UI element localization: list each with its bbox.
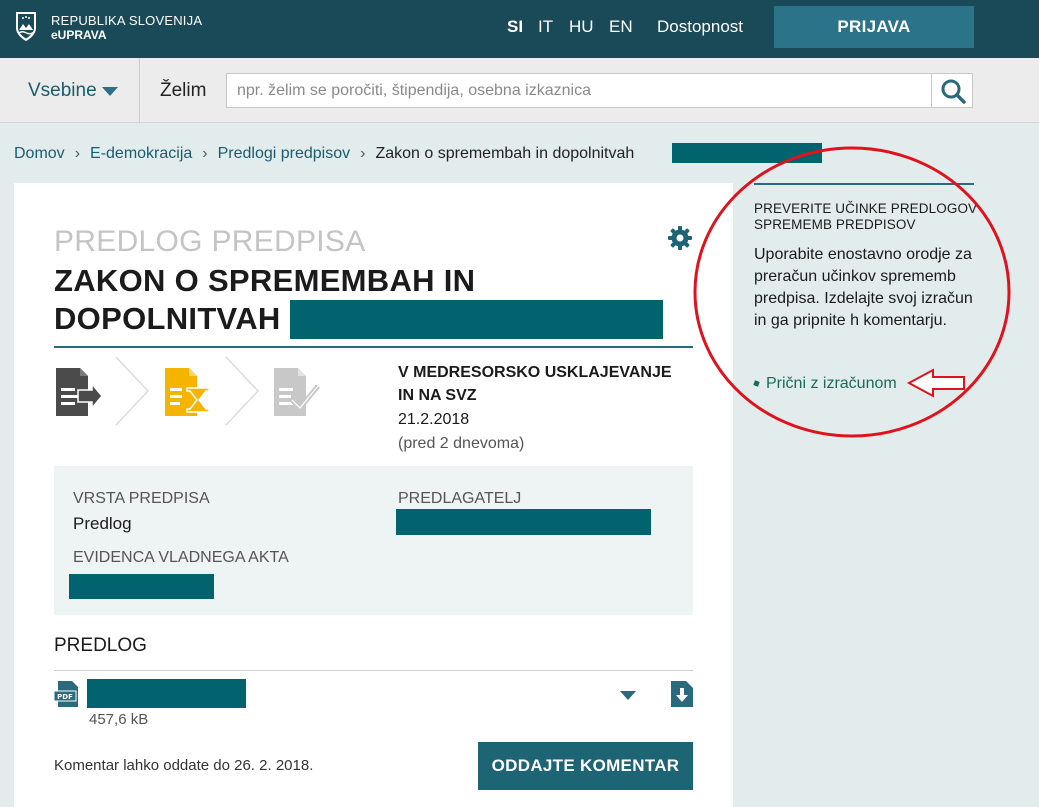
pdf-file-icon[interactable]: PDF xyxy=(54,680,80,708)
breadcrumb-proposals[interactable]: Predlogi predpisov xyxy=(218,145,351,162)
step-chevron xyxy=(115,356,150,426)
sidebar-title: PREVERITE UČINKE PREDLOGOV SPREMEMB PRED… xyxy=(754,201,978,232)
coat-of-arms-logo[interactable] xyxy=(14,11,38,42)
document-pending-icon xyxy=(165,368,210,416)
download-icon[interactable] xyxy=(670,680,694,708)
redacted-block xyxy=(290,300,663,339)
accessibility-link[interactable]: Dostopnost xyxy=(657,17,743,37)
language-si[interactable]: SI xyxy=(507,17,523,37)
divider xyxy=(54,670,693,671)
chevron-down-icon[interactable] xyxy=(102,87,118,96)
search-input[interactable] xyxy=(226,73,932,108)
breadcrumb: Domov › E-demokracija › Predlogi predpisov › Z… xyxy=(14,145,634,163)
proposer-label: PREDLAGATELJ xyxy=(398,490,522,507)
document-title-line2: DOPOLNITVAH xyxy=(54,301,281,336)
comment-deadline: Komentar lahko oddate do 26. 2. 2018. xyxy=(54,757,314,774)
document-approved-icon xyxy=(274,368,320,416)
status-title: V MEDRESORSKO USKLAJEVANJE IN NA SVZ xyxy=(398,364,672,404)
redacted-block xyxy=(672,143,822,163)
top-bar: REPUBLIKA SLOVENIJA eUPRAVA SI IT HU EN … xyxy=(0,0,1039,58)
regulation-type-label: VRSTA PREDPISA xyxy=(73,490,210,507)
language-en[interactable]: EN xyxy=(609,17,633,37)
redacted-file-name[interactable] xyxy=(87,679,246,708)
bullet-icon xyxy=(753,380,760,387)
document-title-line1: ZAKON O SPREMEMBAH IN xyxy=(54,263,476,298)
chevron-down-icon[interactable] xyxy=(620,691,636,700)
breadcrumb-separator: › xyxy=(202,145,208,162)
status-date: 21.2.2018 xyxy=(398,411,470,428)
search-button[interactable] xyxy=(931,73,973,108)
divider xyxy=(54,346,693,348)
government-record-label: EVIDENCA VLADNEGA AKTA xyxy=(73,549,289,566)
proposal-section-title: PREDLOG xyxy=(54,635,147,656)
language-hu[interactable]: HU xyxy=(569,17,594,37)
submit-comment-button[interactable]: ODDAJTE KOMENTAR xyxy=(478,742,693,790)
sidebar-text: Uporabite enostavno orodje za preračun u… xyxy=(754,246,973,329)
search-icon xyxy=(941,79,966,104)
breadcrumb-separator: › xyxy=(360,145,366,162)
file-size: 457,6 kB xyxy=(89,711,149,728)
redacted-block xyxy=(396,509,651,535)
content-menu-toggle[interactable]: Vsebine xyxy=(28,80,97,102)
start-calculation-link[interactable]: Prični z izračunom xyxy=(753,375,897,393)
start-calculation-label: Prični z izračunom xyxy=(766,375,897,392)
login-button[interactable]: PRIJAVA xyxy=(774,6,974,48)
redacted-block xyxy=(69,574,214,599)
breadcrumb-separator: › xyxy=(74,145,81,162)
breadcrumb-e-democracy[interactable]: E-demokracija xyxy=(90,145,192,162)
language-it[interactable]: IT xyxy=(538,17,553,37)
metadata-box: VRSTA PREDPISA Predlog EVIDENCA VLADNEGA… xyxy=(54,466,693,615)
brand-name[interactable]: REPUBLIKA SLOVENIJA xyxy=(51,13,202,28)
brand-subname[interactable]: eUPRAVA xyxy=(51,28,107,42)
document-submitted-icon xyxy=(56,368,103,416)
breadcrumb-current: Zakon o spremembah in dopolnitvah xyxy=(375,145,635,162)
search-bar: Vsebine Želim xyxy=(0,58,1039,123)
document-kicker: PREDLOG PREDPISA xyxy=(54,225,366,258)
regulation-type-value: Predlog xyxy=(73,514,132,533)
svg-text:PDF: PDF xyxy=(57,693,73,701)
gear-icon[interactable] xyxy=(667,225,693,251)
status-relative-time: (pred 2 dnevoma) xyxy=(398,435,525,452)
want-label: Želim xyxy=(160,80,207,101)
breadcrumb-home[interactable]: Domov xyxy=(14,145,65,162)
document-card: PREDLOG PREDPISA ZAKON O SPREMEMBAH IN D… xyxy=(14,183,733,807)
divider xyxy=(754,183,974,185)
divider xyxy=(139,58,140,123)
annotation-arrow xyxy=(906,368,965,398)
step-chevron xyxy=(225,356,260,426)
